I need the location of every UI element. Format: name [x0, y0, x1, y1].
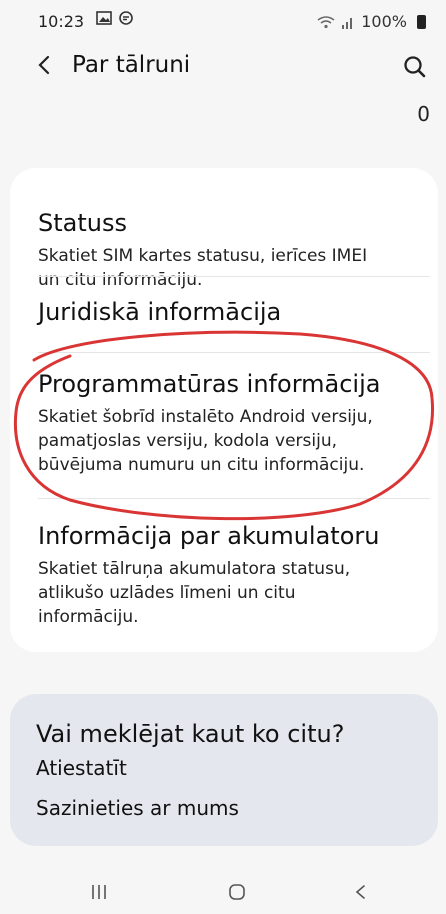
- list-item-status[interactable]: Statuss Skatiet SIM kartes statusu, ierī…: [38, 208, 422, 292]
- page-title: Par tālruni: [72, 52, 191, 78]
- status-time: 10:23: [38, 12, 85, 31]
- gallery-icon: [96, 11, 112, 25]
- home-icon[interactable]: [222, 880, 252, 904]
- item-description: Skatiet tālruņa akumulatora statusu, atl…: [38, 557, 422, 629]
- system-status-icons: 100%: [317, 12, 426, 31]
- desc-line: atlikušo uzlādes līmeni un citu: [38, 583, 296, 603]
- back-arrow-icon[interactable]: [30, 50, 60, 80]
- signal-icon: [342, 17, 353, 29]
- desc-line: būvējuma numuru un citu informāciju.: [38, 455, 365, 475]
- desc-line: informāciju.: [38, 607, 139, 627]
- notification-icons: [96, 10, 134, 26]
- divider: [38, 498, 430, 499]
- navigation-bar: [0, 868, 446, 914]
- search-icon[interactable]: [398, 50, 432, 84]
- reset-link[interactable]: Atiestatīt: [36, 756, 127, 780]
- battery-level: 100%: [361, 12, 407, 31]
- item-title: Programmatūras informācija: [38, 370, 381, 398]
- desc-line: Skatiet tālruņa akumulatora statusu,: [38, 559, 351, 579]
- desc-line: un citu informāciju.: [38, 270, 203, 290]
- item-title: Informācija par akumulatoru: [38, 522, 380, 550]
- recent-apps-icon[interactable]: [84, 880, 114, 904]
- suggestions-card: Vai meklējat kaut ko citu? Atiestatīt Sa…: [10, 694, 438, 846]
- item-title: Statuss: [38, 209, 127, 237]
- list-item-legal[interactable]: Juridiskā informācija: [38, 297, 422, 327]
- divider: [38, 276, 430, 277]
- back-icon[interactable]: [346, 880, 376, 904]
- divider: [38, 352, 430, 353]
- desc-line: Skatiet šobrīd instalēto Android versiju…: [38, 407, 373, 427]
- status-bar: 10:23 100%: [0, 0, 446, 40]
- desc-line: Skatiet SIM kartes statusu, ierīces IMEI: [38, 246, 368, 266]
- wifi-icon: [317, 15, 335, 28]
- contact-us-link[interactable]: Sazinieties ar mums: [36, 796, 239, 820]
- battery-icon: [417, 14, 426, 29]
- app-bar: Par tālruni: [0, 40, 446, 100]
- desc-line: pamatjoslas versiju, kodola versiju,: [38, 431, 337, 451]
- item-description: Skatiet šobrīd instalēto Android versiju…: [38, 405, 422, 477]
- list-item-software[interactable]: Programmatūras informācija Skatiet šobrī…: [38, 369, 422, 477]
- list-item-battery[interactable]: Informācija par akumulatoru Skatiet tālr…: [38, 521, 422, 629]
- item-description: Skatiet SIM kartes statusu, ierīces IMEI…: [38, 244, 422, 292]
- message-icon: [119, 11, 133, 25]
- settings-card: Statuss Skatiet SIM kartes statusu, ierī…: [10, 168, 438, 652]
- item-title: Juridiskā informācija: [38, 298, 282, 326]
- suggestions-title: Vai meklējat kaut ko citu?: [36, 720, 345, 748]
- counter-value: 0: [417, 102, 430, 126]
